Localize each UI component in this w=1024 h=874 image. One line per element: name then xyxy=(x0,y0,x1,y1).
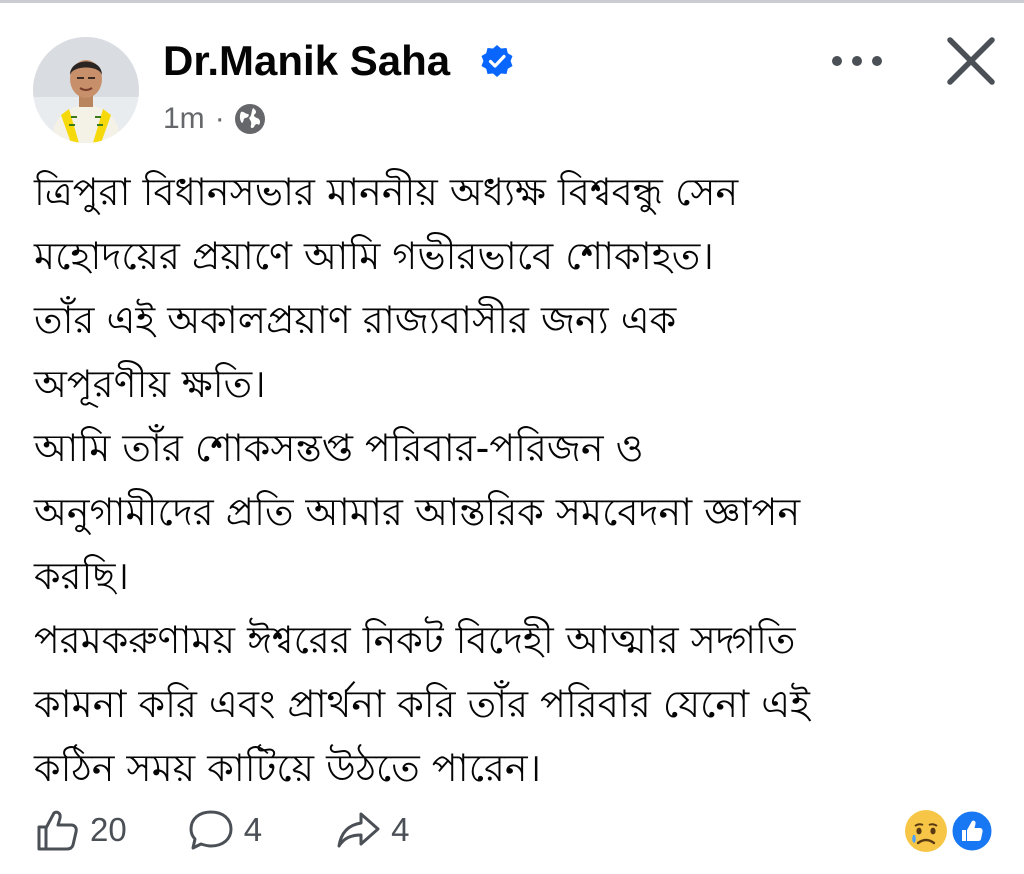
post-line: আমি তাঁর শোকসন্তপ্ত পরিবার-পরিজন ও xyxy=(34,426,644,470)
like-button[interactable]: 20 xyxy=(33,806,127,854)
post-line: মহোদয়ের প্রয়াণে আমি গভীরভাবে শোকাহত। xyxy=(34,234,714,278)
post-line: কামনা করি এবং প্রার্থনা করি তাঁর পরিবার … xyxy=(34,682,810,726)
share-icon xyxy=(337,812,380,848)
post-line: পরমকরুণাময় ঈশ্বরের নিকট বিদেহী আত্মার স… xyxy=(34,618,796,662)
post-line: অপূরণীয় ক্ষতি। xyxy=(34,362,266,406)
post-body: ত্রিপুরা বিধানসভার মাননীয় অধ্যক্ষ বিশ্ব… xyxy=(34,160,1009,800)
close-button[interactable] xyxy=(940,30,1002,92)
like-reaction-icon xyxy=(949,808,995,854)
meta-separator: · xyxy=(214,102,225,135)
thumbs-up-icon xyxy=(37,810,78,851)
like-count: 20 xyxy=(90,811,127,848)
post-timestamp[interactable]: 1m xyxy=(163,102,205,136)
post-meta: 1m · xyxy=(163,97,267,141)
globe-icon[interactable] xyxy=(233,102,267,136)
author-name[interactable]: Dr.Manik Saha xyxy=(163,36,450,86)
top-divider xyxy=(0,0,1024,3)
comment-count: 4 xyxy=(243,811,263,848)
post-line: তাঁর এই অকালপ্রয়াণ রাজ্যবাসীর জন্য এক xyxy=(34,298,677,342)
comment-button[interactable]: 4 xyxy=(187,806,262,854)
comment-icon xyxy=(189,810,233,850)
post-line: কঠিন সময় কাটিয়ে উঠতে পারেন। xyxy=(34,746,542,790)
share-count: 4 xyxy=(391,811,410,848)
verified-badge-icon xyxy=(480,44,514,78)
post-line: অনুগামীদের প্রতি আমার আন্তরিক সমবেদনা জ্… xyxy=(34,490,801,534)
action-bar: 20 4 4 xyxy=(33,800,409,860)
post-line: করছি। xyxy=(34,554,129,598)
more-options-button[interactable] xyxy=(822,44,892,78)
sad-emoji-icon xyxy=(905,810,947,852)
share-button[interactable]: 4 xyxy=(334,806,409,854)
author-avatar[interactable] xyxy=(33,37,139,143)
post-line: ত্রিপুরা বিধানসভার মাননীয় অধ্যক্ষ বিশ্ব… xyxy=(34,170,739,214)
reactions-summary[interactable] xyxy=(903,806,1003,856)
close-icon xyxy=(947,37,995,85)
